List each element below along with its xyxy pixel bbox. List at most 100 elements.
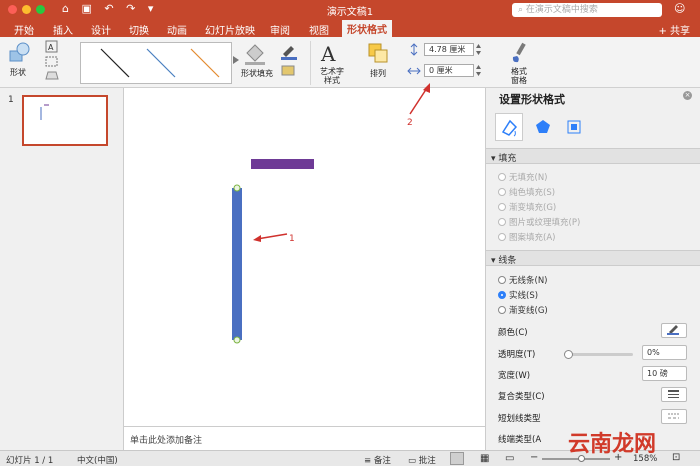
title-bar: ⌂ ▣ ↶ ↷ ▾ 演示文稿1 ⌕ 在演示文稿中搜索 ☺ (0, 0, 700, 19)
wordart-styles-icon[interactable]: A (319, 41, 343, 67)
annotation-label-1: 1 (289, 234, 295, 244)
zoom-slider[interactable] (542, 455, 610, 462)
slide-number: 1 (8, 95, 14, 105)
feedback-smiley-icon[interactable]: ☺ (674, 2, 685, 15)
tab-insert[interactable]: 插入 (53, 22, 73, 37)
format-pane-label: 格式 窗格 (511, 67, 527, 85)
compound-lines-icon (668, 390, 679, 398)
slide-thumbnail[interactable] (22, 95, 108, 146)
shapes-icon[interactable] (8, 41, 32, 65)
edit-shape-icons[interactable]: A (44, 39, 68, 85)
fill-section-header[interactable]: ▾ 填充 (486, 148, 700, 164)
tab-animations[interactable]: 动画 (167, 22, 187, 37)
search-icon: ⌕ (518, 5, 526, 15)
shape-fill-label: 形状填充 (241, 69, 273, 78)
slide-counter: 幻灯片 1 / 1 (6, 456, 54, 466)
line-color-button[interactable] (661, 323, 687, 338)
normal-view-button[interactable] (450, 452, 464, 465)
tab-transitions[interactable]: 切换 (129, 22, 149, 37)
ribbon-tab-bar: 开始 插入 设计 切换 动画 幻灯片放映 审阅 视图 形状格式 + 共享 (0, 19, 700, 37)
notes-input[interactable]: 单击此处添加备注 (124, 426, 485, 450)
size-properties-tab-icon[interactable] (566, 119, 582, 135)
effects-tab-icon[interactable] (535, 119, 551, 135)
ribbon: 形状 A 形状填充 A 艺术字 样式 排列 4.78 厘米 0 厘米 格式 窗格 (0, 37, 700, 88)
format-pane-icon[interactable] (510, 41, 530, 65)
transparency-slider[interactable] (564, 350, 633, 359)
shape-width-icon (407, 67, 421, 75)
start-handle[interactable] (233, 184, 241, 192)
shapes-label: 形状 (10, 68, 26, 77)
format-shape-pane: 设置形状格式 × ▾ 填充 无填充(N) 纯色填充(S) 渐变填充(G) 图片或… (485, 88, 700, 450)
pattern-fill-option[interactable]: 图案填充(A) (498, 231, 555, 243)
cap-type-label: 线端类型(A (498, 435, 542, 445)
slide-thumbnail-panel: 1 (0, 88, 124, 450)
slide-canvas[interactable]: 1 (124, 88, 485, 426)
height-stepper[interactable] (475, 43, 482, 56)
shape-width-field[interactable]: 0 厘米 (424, 64, 474, 77)
annotation-arrow-2: 2 (407, 83, 430, 128)
svg-text:A: A (48, 43, 54, 52)
arrange-icon[interactable] (366, 41, 390, 67)
tab-home[interactable]: 开始 (14, 22, 34, 37)
line-width-label: 宽度(W) (498, 371, 531, 381)
slide-sorter-icon[interactable]: ▦ (480, 453, 489, 464)
end-handle[interactable] (233, 336, 241, 344)
watermark: 云南龙网 (568, 431, 657, 457)
fit-to-window-icon[interactable]: ⊡ (672, 452, 680, 463)
blue-line-shape[interactable] (232, 188, 242, 340)
no-line-option[interactable]: 无线条(N) (498, 274, 548, 286)
tab-design[interactable]: 设计 (91, 22, 111, 37)
line-width-field[interactable]: 10 磅 (642, 366, 687, 381)
width-stepper[interactable] (475, 64, 482, 77)
fill-line-tab-icon[interactable] (495, 113, 523, 141)
compound-type-label: 复合类型(C) (498, 392, 545, 402)
picture-fill-option[interactable]: 图片或纹理填充(P) (498, 216, 580, 228)
outline-and-effects-icons[interactable] (279, 41, 299, 79)
line-section-header[interactable]: ▾ 线条 (486, 250, 700, 266)
reading-view-icon[interactable]: ▭ (505, 453, 514, 464)
transparency-label: 透明度(T) (498, 350, 536, 360)
line-color-label: 颜色(C) (498, 328, 528, 338)
pen-color-icon (667, 325, 679, 335)
line-style-previews[interactable] (81, 43, 231, 83)
gradient-fill-option[interactable]: 渐变填充(G) (498, 201, 556, 213)
tab-slideshow[interactable]: 幻灯片放映 (205, 22, 255, 37)
zoom-out-button[interactable]: − (530, 452, 538, 463)
comment-icon: ▭ (408, 456, 419, 466)
shape-styles-gallery[interactable] (80, 42, 232, 84)
close-pane-icon[interactable]: × (683, 91, 692, 100)
arrange-label: 排列 (370, 69, 386, 78)
pane-title: 设置形状格式 (499, 93, 565, 106)
shape-fill-icon[interactable] (243, 41, 269, 67)
search-input[interactable]: ⌕ 在演示文稿中搜索 (512, 3, 662, 17)
dash-type-button[interactable] (661, 409, 687, 424)
notes-toggle[interactable]: ≡ 备注 (364, 454, 391, 466)
compound-type-button[interactable] (661, 387, 687, 402)
purple-line-shape[interactable] (251, 159, 314, 169)
wordart-styles-label: 艺术字 样式 (320, 67, 344, 85)
slide-drawing: 1 (232, 159, 314, 344)
shape-height-field[interactable]: 4.78 厘米 (424, 43, 474, 56)
tab-shape-format[interactable]: 形状格式 (342, 20, 392, 37)
gallery-more-icon[interactable] (232, 55, 240, 65)
transparency-field[interactable]: 0% (642, 345, 687, 360)
svg-text:A: A (320, 42, 336, 66)
gradient-line-option[interactable]: 渐变线(G) (498, 304, 548, 316)
no-fill-option[interactable]: 无填充(N) (498, 171, 548, 183)
transparency-slider-knob[interactable] (564, 350, 573, 359)
share-button[interactable]: + 共享 (658, 22, 690, 37)
language-indicator[interactable]: 中文(中国) (77, 454, 118, 466)
ribbon-separator (310, 41, 311, 85)
annotation-arrow-1 (256, 233, 288, 240)
comments-toggle[interactable]: ▭ 批注 (408, 454, 436, 466)
dash-type-label: 短划线类型 (498, 414, 541, 424)
thumbnail-preview (40, 104, 49, 120)
solid-fill-option[interactable]: 纯色填充(S) (498, 186, 555, 198)
annotation-arrowhead-1 (253, 235, 261, 242)
annotation-label-2: 2 (407, 118, 413, 128)
shape-height-icon (410, 43, 418, 56)
tab-review[interactable]: 审阅 (270, 22, 290, 37)
notes-icon: ≡ (364, 456, 374, 466)
tab-view[interactable]: 视图 (309, 22, 329, 37)
solid-line-option[interactable]: 实线(S) (498, 289, 538, 301)
